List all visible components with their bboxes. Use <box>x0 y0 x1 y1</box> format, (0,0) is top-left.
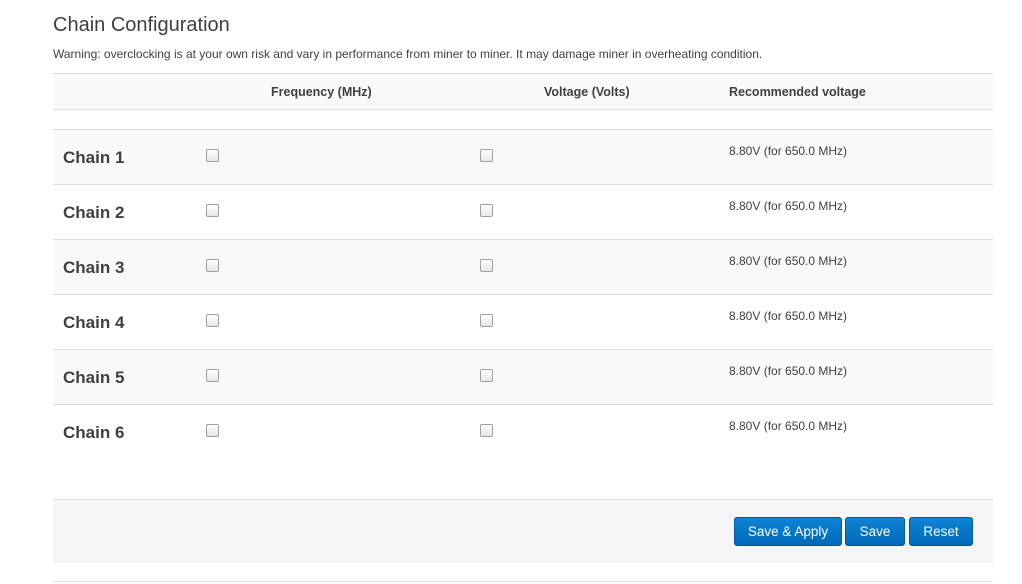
table-row: Chain 6 8.80V (for 650.0 MHz) <box>53 404 993 459</box>
recommended-voltage: 8.80V (for 650.0 MHz) <box>729 364 848 378</box>
table-row: Chain 4 8.80V (for 650.0 MHz) <box>53 294 993 349</box>
voltage-checkbox[interactable] <box>480 369 493 382</box>
chain-name: Chain 6 <box>63 423 125 442</box>
voltage-checkbox[interactable] <box>480 259 493 272</box>
table-header: Frequency (MHz) Voltage (Volts) Recommen… <box>53 73 993 110</box>
form-actions: Save & Apply Save Reset <box>53 499 993 563</box>
reset-button[interactable]: Reset <box>909 517 973 546</box>
voltage-checkbox[interactable] <box>480 149 493 162</box>
chain-name: Chain 3 <box>63 258 125 277</box>
recommended-voltage: 8.80V (for 650.0 MHz) <box>729 199 848 213</box>
header-voltage: Voltage (Volts) <box>544 85 630 99</box>
recommended-voltage: 8.80V (for 650.0 MHz) <box>729 419 848 433</box>
recommended-voltage: 8.80V (for 650.0 MHz) <box>729 309 848 323</box>
table-row: Chain 5 8.80V (for 650.0 MHz) <box>53 349 993 404</box>
chain-name: Chain 4 <box>63 313 125 332</box>
page-title: Chain Configuration <box>53 14 230 36</box>
frequency-checkbox[interactable] <box>206 369 219 382</box>
save-button[interactable]: Save <box>845 517 905 546</box>
frequency-checkbox[interactable] <box>206 314 219 327</box>
save-apply-button[interactable]: Save & Apply <box>734 517 842 546</box>
overclock-warning: Warning: overclocking is at your own ris… <box>53 47 763 61</box>
recommended-voltage: 8.80V (for 650.0 MHz) <box>729 144 848 158</box>
recommended-voltage: 8.80V (for 650.0 MHz) <box>729 254 848 268</box>
chain-name: Chain 5 <box>63 368 125 387</box>
frequency-checkbox[interactable] <box>206 424 219 437</box>
header-recommended-voltage: Recommended voltage <box>729 85 866 99</box>
voltage-checkbox[interactable] <box>480 424 493 437</box>
table-spacer <box>53 110 993 129</box>
divider <box>53 581 993 582</box>
table-row: Chain 1 8.80V (for 650.0 MHz) <box>53 129 993 184</box>
table-row: Chain 3 8.80V (for 650.0 MHz) <box>53 239 993 294</box>
chain-table: Frequency (MHz) Voltage (Volts) Recommen… <box>53 73 993 459</box>
chain-name: Chain 1 <box>63 148 125 167</box>
frequency-checkbox[interactable] <box>206 149 219 162</box>
voltage-checkbox[interactable] <box>480 204 493 217</box>
frequency-checkbox[interactable] <box>206 204 219 217</box>
frequency-checkbox[interactable] <box>206 259 219 272</box>
table-row: Chain 2 8.80V (for 650.0 MHz) <box>53 184 993 239</box>
chain-name: Chain 2 <box>63 203 125 222</box>
header-frequency: Frequency (MHz) <box>271 85 372 99</box>
voltage-checkbox[interactable] <box>480 314 493 327</box>
chain-configuration-page: Chain Configuration Warning: overclockin… <box>0 0 1022 584</box>
